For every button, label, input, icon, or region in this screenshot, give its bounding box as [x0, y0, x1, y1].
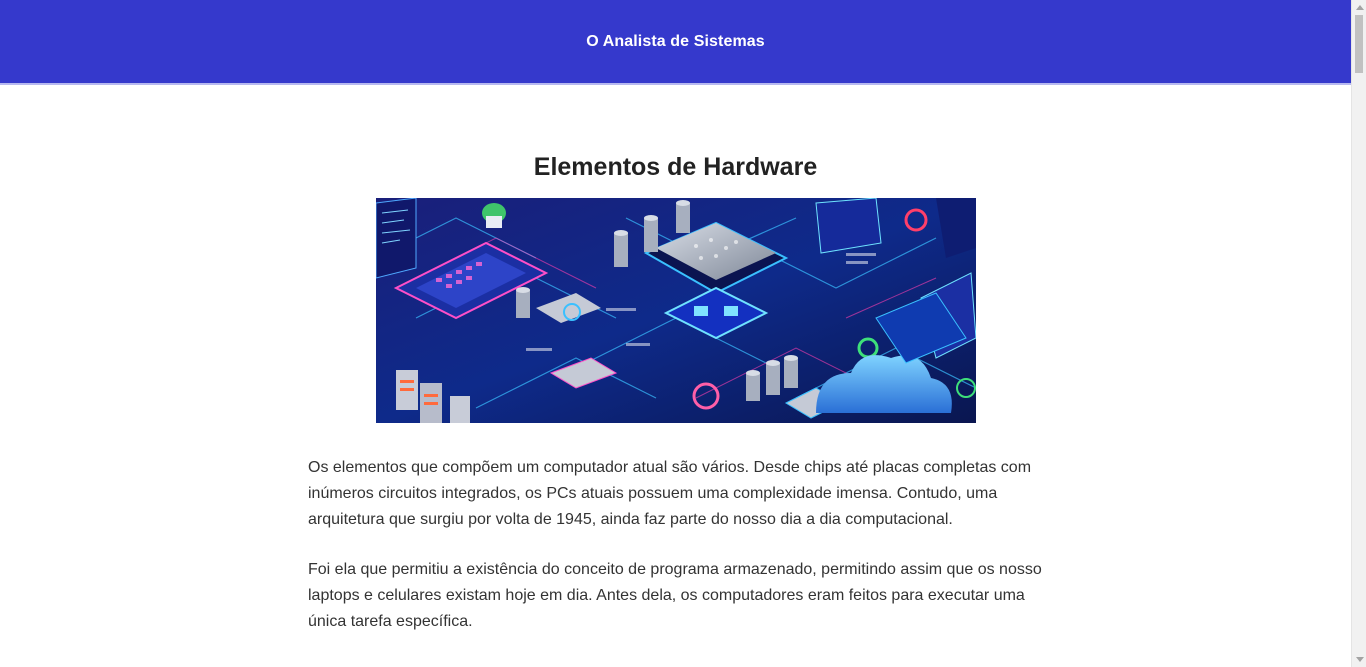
- triangle-up-icon: [1355, 5, 1364, 10]
- vertical-scrollbar[interactable]: [1351, 0, 1366, 667]
- browser-viewport: O Analista de Sistemas Elementos de Hard…: [0, 0, 1366, 667]
- page: O Analista de Sistemas Elementos de Hard…: [0, 0, 1351, 667]
- scroll-up-button[interactable]: [1352, 0, 1366, 15]
- scrollbar-thumb[interactable]: [1355, 15, 1363, 73]
- triangle-down-icon: [1355, 657, 1364, 662]
- hero-image: [376, 198, 976, 423]
- article-title: Elementos de Hardware: [533, 153, 818, 181]
- article-body: Os elementos que compõem um computador a…: [308, 455, 1048, 659]
- site-title[interactable]: O Analista de Sistemas: [586, 33, 765, 51]
- paragraph: Foi ela que permitiu a existência do con…: [308, 561, 1042, 630]
- paragraph: Os elementos que compõem um computador a…: [308, 459, 1032, 528]
- site-header: O Analista de Sistemas: [0, 0, 1351, 85]
- scroll-down-button[interactable]: [1352, 652, 1366, 667]
